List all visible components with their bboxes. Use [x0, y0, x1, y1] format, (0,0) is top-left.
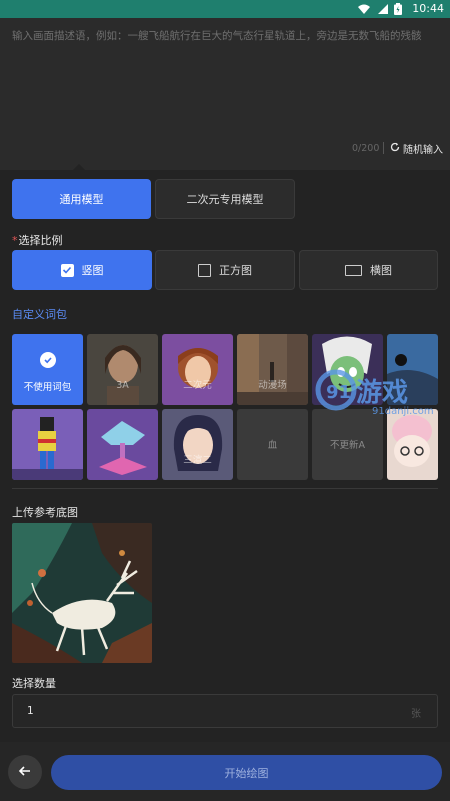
style-item-label: 三渲二 — [183, 455, 212, 466]
landscape-icon — [345, 264, 362, 276]
panel-notch — [73, 164, 85, 170]
tree-thumbnail — [87, 409, 158, 480]
wifi-icon — [358, 3, 371, 15]
battery-icon — [394, 2, 406, 15]
ratio-landscape-label: 横图 — [370, 264, 392, 277]
style-item-anime[interactable]: 二次元 — [162, 334, 233, 405]
style-item-cartoon[interactable] — [312, 334, 383, 405]
ratio-square-button[interactable]: 正方图 — [155, 250, 295, 290]
style-item-label: 二次元 — [183, 380, 212, 391]
required-mark: * — [12, 234, 18, 247]
street-scene-thumbnail — [237, 334, 308, 405]
portrait-thumbnail — [87, 334, 158, 405]
style-item-3a[interactable]: 3A — [87, 334, 158, 405]
pixel-character-thumbnail — [12, 409, 83, 480]
status-bar: 10:44 — [0, 0, 450, 18]
style-item-sky[interactable] — [387, 334, 438, 405]
check-icon — [40, 352, 56, 368]
random-input-label: 随机输入 — [403, 144, 443, 156]
quantity-title: 选择数量 — [12, 677, 56, 690]
ratio-title-text: 选择比例 — [18, 234, 63, 247]
ratio-portrait-button[interactable]: 竖图 — [12, 250, 152, 290]
style-item-label: 3A — [116, 380, 129, 391]
chibi-thumbnail — [387, 409, 438, 480]
tab-anime-model-label: 二次元专用模型 — [186, 193, 264, 206]
cartoon-thumbnail — [312, 334, 383, 405]
square-icon — [198, 263, 211, 277]
tab-general-model[interactable]: 通用模型 — [12, 179, 151, 219]
divider — [383, 142, 384, 154]
quantity-unit: 张 — [411, 709, 421, 720]
quantity-input[interactable]: 1 张 — [12, 694, 438, 728]
style-item-3d-to-2d[interactable]: 三渲二 — [162, 409, 233, 480]
style-item-pixel[interactable] — [12, 409, 83, 480]
sky-thumbnail — [387, 334, 438, 405]
style-item-no-update[interactable]: 不更新A — [312, 409, 383, 480]
start-drawing-label: 开始绘图 — [224, 766, 269, 780]
refresh-icon — [390, 142, 400, 155]
style-item-label: 血 — [267, 440, 278, 451]
quantity-value: 1 — [27, 705, 34, 717]
prompt-placeholder: 输入画面描述语，例如：一艘飞船航行在巨大的气态行星轨道上，旁边是无数飞船的残骸 — [12, 30, 422, 42]
checkbox-checked-icon — [60, 263, 74, 277]
tab-general-model-label: 通用模型 — [59, 193, 104, 206]
start-drawing-button[interactable]: 开始绘图 — [51, 755, 442, 790]
reference-image[interactable] — [12, 523, 152, 663]
style-item-label: 不更新A — [330, 440, 365, 451]
ratio-portrait-label: 竖图 — [81, 264, 104, 277]
signal-icon — [376, 3, 389, 15]
tab-anime-model[interactable]: 二次元专用模型 — [155, 179, 295, 219]
anime-girl-thumbnail — [162, 334, 233, 405]
status-time: 10:44 — [412, 2, 444, 15]
anime-portrait-thumbnail — [162, 409, 233, 480]
section-divider — [12, 488, 438, 489]
style-item-chibi[interactable] — [387, 409, 438, 480]
ratio-landscape-button[interactable]: 横图 — [299, 250, 438, 290]
deer-artwork-image — [12, 523, 152, 663]
style-item-blood[interactable]: 血 — [237, 409, 308, 480]
custom-wordpack-link[interactable]: 自定义词包 — [12, 306, 67, 322]
ratio-square-label: 正方图 — [219, 264, 252, 277]
style-item-lowpoly[interactable] — [87, 409, 158, 480]
random-input-button[interactable]: 随机输入 — [390, 139, 443, 157]
style-item-anime-scene[interactable]: 动漫场 — [237, 334, 308, 405]
arrow-left-icon — [18, 763, 32, 782]
style-item-label: 不使用词包 — [23, 382, 72, 393]
prompt-input[interactable]: 输入画面描述语，例如：一艘飞船航行在巨大的气态行星轨道上，旁边是无数飞船的残骸 … — [0, 18, 450, 170]
style-item-label: 动漫场 — [258, 380, 287, 391]
upload-title: 上传参考底图 — [12, 506, 78, 519]
style-item-none[interactable]: 不使用词包 — [12, 334, 83, 405]
char-counter: 0/200 — [352, 143, 380, 154]
ratio-title: *选择比例 — [12, 232, 63, 248]
back-button[interactable] — [8, 755, 42, 789]
